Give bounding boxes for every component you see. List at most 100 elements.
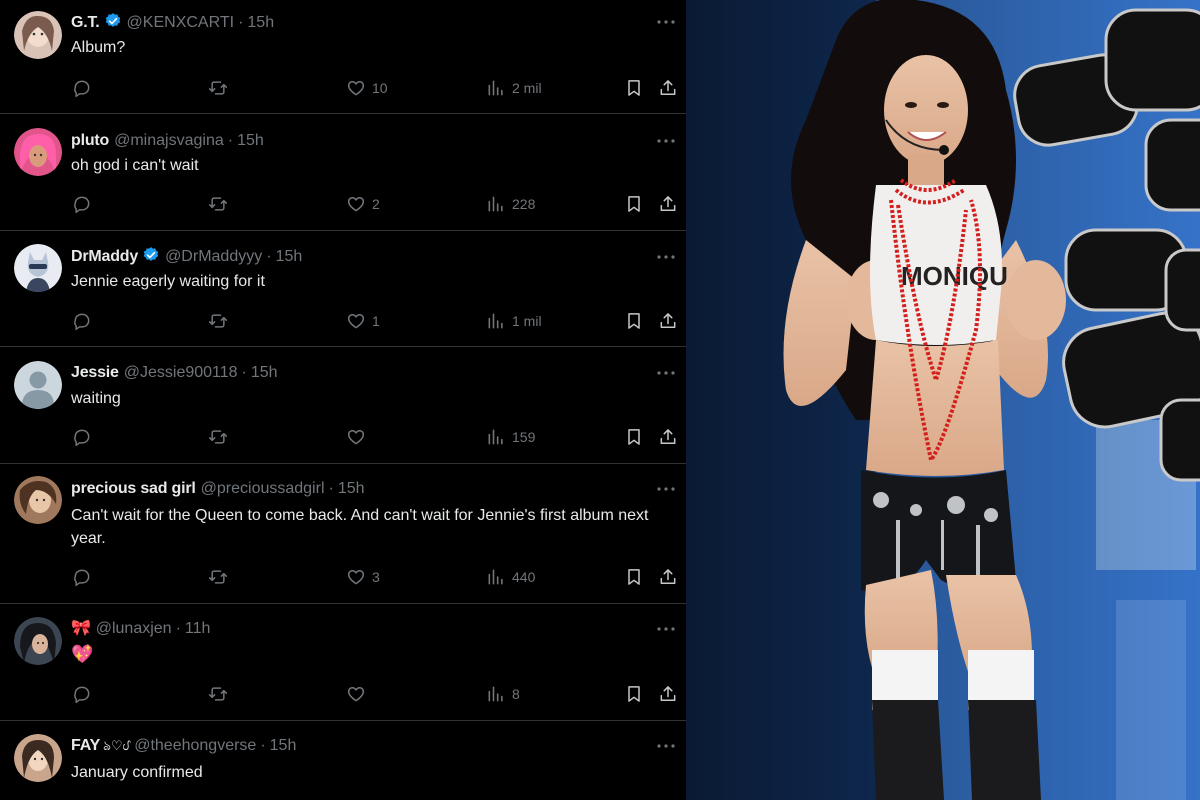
shirt-text: MONIQU	[901, 261, 1008, 291]
timestamp[interactable]: 15h	[270, 737, 297, 754]
tweet-header: G.T. @KENXCARTI · 15h	[71, 12, 626, 34]
retweet-button[interactable]	[208, 420, 228, 454]
bookmark-icon	[628, 569, 640, 585]
avatar[interactable]	[14, 361, 62, 409]
avatar[interactable]	[14, 734, 62, 782]
tweet-text: waiting	[71, 390, 121, 407]
tweet-text: Jennie eagerly waiting for it	[71, 273, 265, 290]
views-button[interactable]: 1 mil	[486, 304, 542, 338]
avatar[interactable]	[14, 11, 62, 59]
more-icon[interactable]	[654, 477, 678, 501]
handle[interactable]: @DrMaddyyy	[165, 248, 262, 265]
tweet[interactable]: precious sad girl @precioussadgirl · 15h Ca…	[0, 464, 686, 604]
like-count: 2	[372, 196, 380, 212]
more-icon[interactable]	[654, 245, 678, 269]
views-button[interactable]: 440	[486, 560, 535, 594]
display-name[interactable]: Jessie	[71, 364, 119, 381]
avatar[interactable]	[14, 244, 62, 292]
verified-badge-icon	[105, 13, 120, 27]
reply-button[interactable]	[72, 560, 92, 594]
retweet-button[interactable]	[208, 71, 228, 105]
bookmark-button[interactable]	[624, 304, 644, 338]
share-button[interactable]	[658, 420, 678, 454]
timestamp[interactable]: 15h	[251, 364, 278, 381]
bookmark-button[interactable]	[624, 71, 644, 105]
retweet-icon	[208, 687, 228, 701]
more-icon[interactable]	[654, 361, 678, 385]
reply-button[interactable]	[72, 304, 92, 338]
avatar[interactable]	[14, 128, 62, 176]
like-button[interactable]	[346, 420, 372, 454]
bookmark-button[interactable]	[624, 677, 644, 711]
share-button[interactable]	[658, 560, 678, 594]
tweet[interactable]: DrMaddy @DrMaddyyy · 15h Jennie eagerly wai…	[0, 231, 686, 347]
bookmark-button[interactable]	[624, 187, 644, 221]
timestamp[interactable]: 15h	[276, 248, 303, 265]
timestamp[interactable]: 15h	[237, 132, 264, 149]
retweet-icon	[208, 81, 228, 95]
retweet-button[interactable]	[208, 560, 228, 594]
retweet-button[interactable]	[208, 304, 228, 338]
tweet[interactable]: pluto @minajsvagina · 15h oh god i can't wa…	[0, 114, 686, 231]
display-name[interactable]: DrMaddy	[71, 248, 138, 265]
handle[interactable]: @KENXCARTI	[127, 14, 235, 31]
reply-button[interactable]	[72, 187, 92, 221]
retweet-icon	[208, 570, 228, 584]
share-button[interactable]	[658, 677, 678, 711]
share-icon	[660, 313, 676, 328]
avatar[interactable]	[14, 476, 62, 524]
like-button[interactable]: 3	[346, 560, 380, 594]
handle[interactable]: @minajsvagina	[114, 132, 224, 149]
timestamp[interactable]: 15h	[247, 14, 274, 31]
handle[interactable]: @Jessie900118	[124, 364, 238, 381]
reply-button[interactable]	[72, 677, 92, 711]
display-name[interactable]: pluto	[71, 132, 109, 149]
bookmark-button[interactable]	[624, 420, 644, 454]
share-icon	[660, 80, 676, 95]
views-button[interactable]: 8	[486, 677, 520, 711]
handle[interactable]: @precioussadgirl	[201, 480, 325, 497]
timestamp[interactable]: 15h	[338, 480, 365, 497]
share-button[interactable]	[658, 304, 678, 338]
reply-button[interactable]	[72, 420, 92, 454]
handle[interactable]: @lunaxjen	[96, 620, 172, 637]
retweet-icon	[208, 197, 228, 211]
views-icon	[488, 429, 503, 445]
bookmark-button[interactable]	[624, 560, 644, 594]
display-name[interactable]: 🎀	[71, 620, 91, 637]
reply-icon	[74, 569, 90, 587]
share-button[interactable]	[658, 187, 678, 221]
like-button[interactable]: 2	[346, 187, 380, 221]
reply-icon	[74, 80, 90, 98]
retweet-button[interactable]	[208, 187, 228, 221]
display-name[interactable]: precious sad girl	[71, 480, 196, 497]
handle[interactable]: @theehongverse	[134, 737, 256, 754]
tweet[interactable]: 🎀 @lunaxjen · 11h 💖 8	[0, 604, 686, 721]
retweet-button[interactable]	[208, 677, 228, 711]
like-button[interactable]	[346, 677, 372, 711]
tweet-header: 🎀 @lunaxjen · 11h	[71, 618, 626, 640]
tweet[interactable]: FAY ঌ♡ᦔ @theehongverse · 15h January confirm…	[0, 721, 686, 800]
tweet-actions: 8	[60, 677, 686, 711]
like-button[interactable]: 1	[346, 304, 380, 338]
views-button[interactable]: 159	[486, 420, 535, 454]
views-button[interactable]: 228	[486, 187, 535, 221]
tweet-text: January confirmed	[71, 764, 203, 781]
more-icon[interactable]	[654, 617, 678, 641]
tweet-header: pluto @minajsvagina · 15h	[71, 130, 626, 152]
views-button[interactable]: 2 mil	[486, 71, 542, 105]
bookmark-icon	[628, 80, 640, 96]
like-button[interactable]: 10	[346, 71, 388, 105]
display-name[interactable]: G.T.	[71, 14, 100, 31]
share-button[interactable]	[658, 71, 678, 105]
more-icon[interactable]	[654, 10, 678, 34]
timestamp[interactable]: 11h	[185, 620, 211, 637]
avatar[interactable]	[14, 617, 62, 665]
more-icon[interactable]	[654, 129, 678, 153]
tweet[interactable]: Jessie @Jessie900118 · 15h waiting 159	[0, 347, 686, 464]
more-icon[interactable]	[654, 734, 678, 758]
display-name[interactable]: FAY	[71, 737, 100, 754]
tweet[interactable]: G.T. @KENXCARTI · 15h Album? 10 2 mil	[0, 0, 686, 114]
reply-button[interactable]	[72, 71, 92, 105]
heart-icon	[347, 197, 365, 212]
